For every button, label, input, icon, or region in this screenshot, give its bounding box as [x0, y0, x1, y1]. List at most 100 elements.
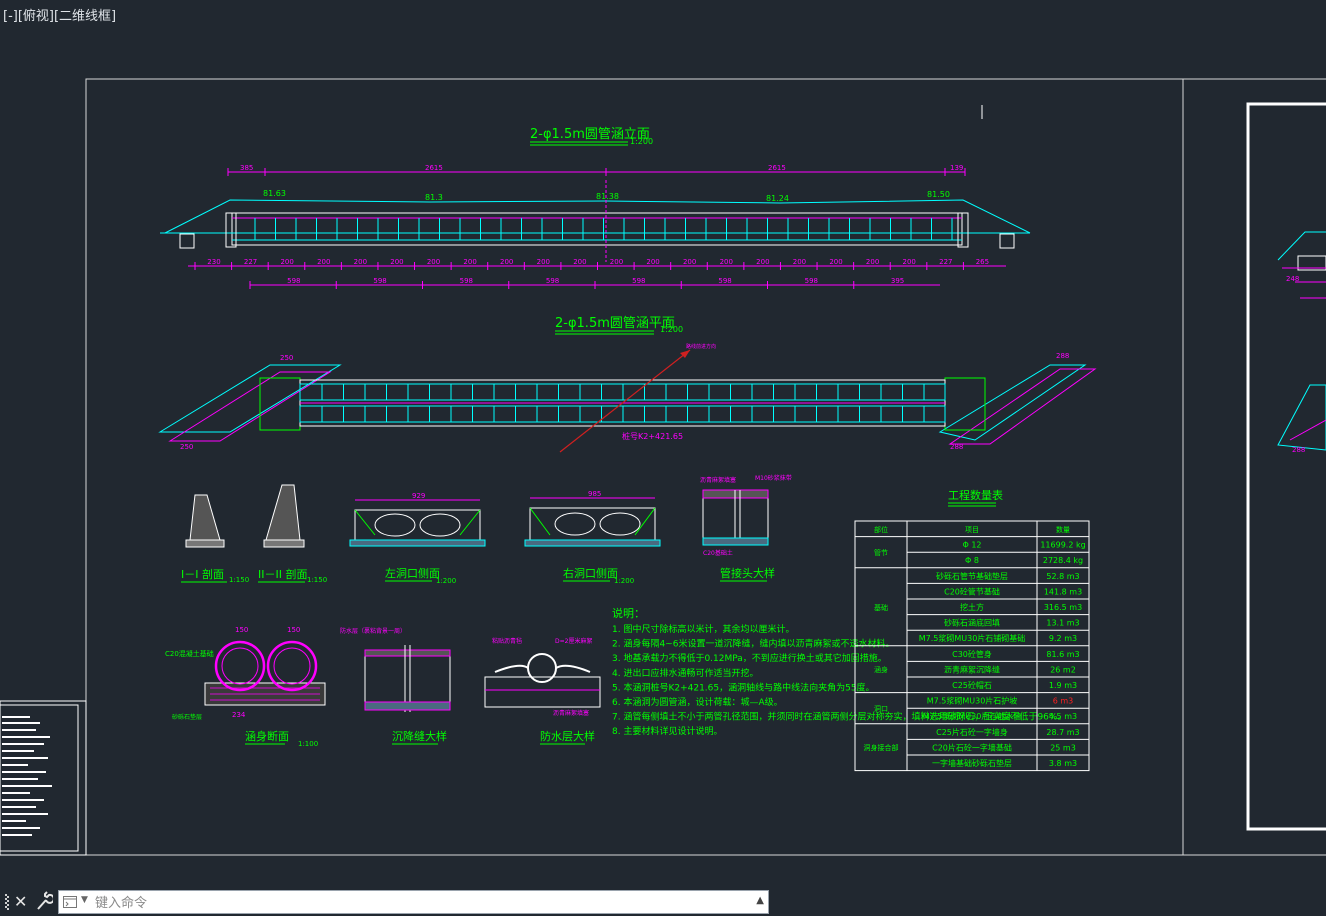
table-item: M7.5浆砌MU30片石铺砌基础 [919, 633, 1026, 643]
dimension-label: 265 [976, 258, 989, 266]
close-icon[interactable]: ✕ [14, 893, 27, 911]
dimension-label: 200 [903, 258, 916, 266]
dimension-label: 200 [756, 258, 769, 266]
svg-text:234: 234 [232, 711, 246, 719]
svg-text:985: 985 [588, 490, 601, 498]
table-item: C30砼管身 [952, 649, 992, 659]
quantity-table-grid: 部位 项目 数量管节 Φ 12 11699.2 kg Φ 8 2728.4 kg 基础 砂砾石管… [854, 520, 1090, 772]
svg-text:250: 250 [280, 354, 293, 362]
svg-text:1:200: 1:200 [436, 577, 456, 585]
dimension-label: 230 [207, 258, 220, 266]
note-line: 2. 涵身每隔4~6米设置一道沉降缝，缝内填以沥青麻絮或不透水材料。 [612, 638, 894, 650]
plan-view: 2-φ1.5m圆管涵平面 1:200 路线前进方向 桩号K2+421.65 25… [158, 316, 1097, 453]
table-item: Φ 8 [965, 556, 979, 565]
waterproof-detail: 粘贴沥青毡 D=2厘米麻絮 沥青麻絮填塞 防水层大样 [484, 637, 601, 745]
table-group-label: 基础 [874, 603, 888, 612]
table-item: Φ 12 [962, 541, 981, 550]
dimension-label: 200 [537, 258, 550, 266]
dimension-label: 200 [427, 258, 440, 266]
right-face-view: 985 右洞口侧面 1:200 [524, 490, 661, 585]
plan-title: 2-φ1.5m圆管涵平面 [555, 316, 675, 331]
svg-text:1:150: 1:150 [229, 576, 249, 584]
command-input[interactable] [93, 893, 747, 913]
wrench-icon[interactable] [35, 891, 53, 911]
dimension-label: 200 [317, 258, 330, 266]
table-group-label: 洞身接合部 [864, 743, 899, 752]
dimension-label: 200 [646, 258, 659, 266]
elevation-bottom-dimensions: 230 227 200 200 200 200 200 200 200 200 200 200 200 2… [194, 258, 989, 270]
elev-level-5: 81.50 [927, 190, 950, 199]
dimension-label: 598 [805, 277, 818, 285]
chevron-up-icon[interactable]: ▲ [756, 895, 764, 906]
elev-level-2: 81.3 [425, 193, 443, 202]
dimension-label: 598 [373, 277, 386, 285]
elevation-view: 2-φ1.5m圆管涵立面 1:200 385 2615 2615 139 81.… [160, 127, 1031, 289]
dimension-label: 395 [891, 277, 904, 285]
grip-handle-icon[interactable] [5, 894, 9, 910]
svg-text:250: 250 [180, 443, 193, 451]
svg-text:M10砂浆抹带: M10砂浆抹带 [755, 474, 792, 482]
table-title: 工程数量表 [948, 488, 1003, 502]
dimension-label: 598 [546, 277, 559, 285]
table-header: 项目 [965, 526, 979, 534]
svg-text:防水层（裹粘背景一周）: 防水层（裹粘背景一周） [340, 627, 406, 635]
notes-title: 说明： [612, 606, 645, 620]
svg-text:1:200: 1:200 [614, 577, 634, 585]
table-item: 砂砾石管节基础垫层 [936, 571, 1008, 581]
table-quantity: 316.5 m3 [1044, 603, 1082, 612]
command-prompt-icon[interactable] [63, 896, 77, 908]
dimension-label: 200 [866, 258, 879, 266]
command-line[interactable]: ▼ ▲ [58, 890, 769, 914]
dimension-label: 200 [573, 258, 586, 266]
right-face-label: 右洞口侧面 [563, 566, 618, 580]
svg-text:1:100: 1:100 [298, 740, 318, 748]
culvert-body-section: C20混凝土基础 砂砾石垫层 234 150 150 涵身断面 1:100 [165, 626, 326, 748]
svg-text:砂砾石垫层: 砂砾石垫层 [172, 713, 202, 721]
note-line: 6. 本涵洞为圆管涵，设计荷载：城—A级。 [612, 696, 783, 708]
second-sheet-fragments: 248 288 [1277, 231, 1326, 454]
settlement-joint-detail: 防水层（裹粘背景一周） 沉降缝大样 [340, 627, 451, 745]
dimension-label: 598 [460, 277, 473, 285]
table-quantity: 9.2 m3 [1049, 634, 1077, 643]
elev-dim-top-1: 385 [240, 164, 253, 172]
waterproof-label: 防水层大样 [540, 729, 595, 743]
dimension-label: 227 [939, 258, 952, 266]
dimension-label: 200 [683, 258, 696, 266]
body-section-label: 涵身断面 [245, 729, 289, 743]
table-quantity: 11699.2 kg [1040, 541, 1085, 550]
dimension-label: 200 [354, 258, 367, 266]
table-quantity: 28.7 m3 [1046, 728, 1079, 737]
elev-dim-top-4: 139 [950, 164, 963, 172]
table-quantity: 2728.4 kg [1043, 556, 1083, 565]
table-quantity: 81.6 m3 [1046, 650, 1079, 659]
svg-text:D=2厘米麻絮: D=2厘米麻絮 [555, 637, 592, 645]
settlement-joint-label: 沉降缝大样 [392, 729, 447, 743]
dimension-label: 598 [632, 277, 645, 285]
chevron-down-icon[interactable]: ▼ [81, 895, 88, 905]
quantity-table: 工程数量表 部位 项目 数量管节 Φ 12 11699.2 kg Φ 8 2728.4 kg… [854, 488, 1090, 772]
table-group-label: 洞口 [874, 704, 888, 713]
note-line: 1. 图中尺寸除标高以米计，其余均以厘米计。 [612, 623, 794, 635]
dimension-label: 200 [390, 258, 403, 266]
elev-level-1: 81.63 [263, 189, 286, 198]
elevation-pipe-segments [254, 218, 953, 240]
table-quantity: 1.9 m3 [1049, 681, 1077, 690]
dimension-label: 200 [463, 258, 476, 266]
svg-text:粘贴沥青毡: 粘贴沥青毡 [492, 637, 522, 645]
note-line: 8. 主要材料详见设计说明。 [612, 725, 722, 737]
table-item: M7.5浆砌MU30片石护坡 [927, 696, 1018, 706]
title-block [0, 700, 87, 856]
plan-scale: 1:200 [660, 325, 683, 334]
svg-text:288: 288 [950, 443, 963, 451]
elev-dim-top-2: 2615 [425, 164, 443, 172]
plan-flow-label: 路线前进方向 [686, 343, 716, 350]
table-item: 砂砾石涵底回填 [944, 618, 1000, 628]
elevation-bottom-dimensions-2: 598 598 598 598 598 598 598 395 [249, 277, 904, 289]
svg-text:288: 288 [1056, 352, 1069, 360]
drawing-canvas[interactable]: 2-φ1.5m圆管涵立面 1:200 385 2615 2615 139 81.… [0, 0, 1326, 886]
table-item: 挖土方 [960, 602, 984, 612]
note-line: 3. 地基承载力不得低于0.12MPa，不到应进行换土或其它加固措施。 [612, 652, 887, 664]
svg-text:150: 150 [287, 626, 300, 634]
table-quantity: 26 m2 [1050, 665, 1076, 674]
pipe-joint-detail: 沥青麻絮填塞 M10砂浆抹带 C20基础土 管接头大样 [700, 474, 792, 582]
